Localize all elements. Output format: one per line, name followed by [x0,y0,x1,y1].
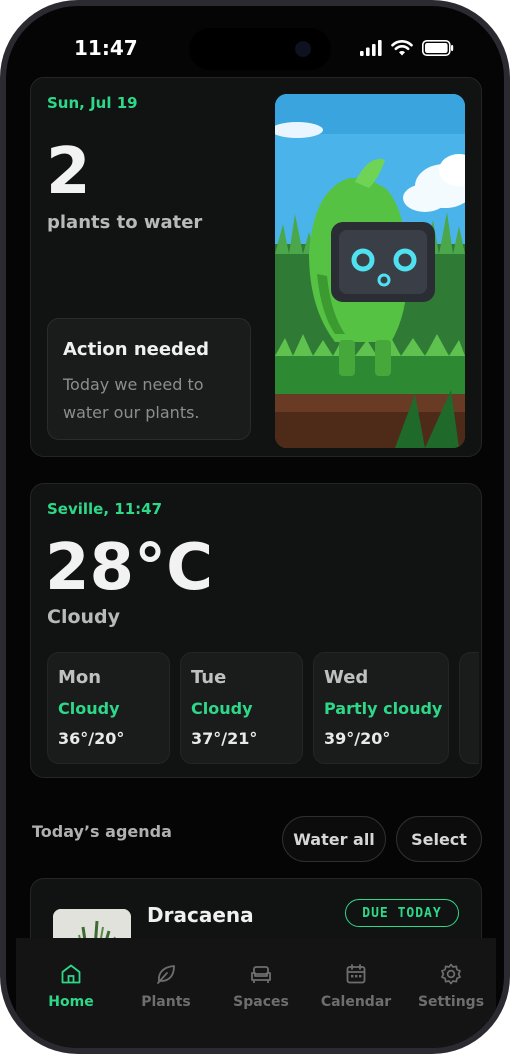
tab-label: Calendar [320,994,392,1010]
tab-settings[interactable]: Settings [403,938,499,1048]
plant-name: Dracaena [147,903,254,927]
action-title: Action needed [63,339,210,360]
forecast-next-day-peek [459,652,479,764]
forecast-condition: Cloudy [191,699,253,718]
tab-calendar[interactable]: Calendar [308,938,404,1048]
agenda-title: Today’s agenda [32,822,172,841]
weather-card: Seville, 11:47 28°C Cloudy Mon Cloudy 36… [30,483,482,778]
forecast-day-name: Mon [58,667,102,688]
cellular-signal-icon [360,40,382,56]
action-needed-box: Action needed Today we need to water our… [47,318,251,440]
forecast-condition: Cloudy [58,699,120,718]
sofa-icon [251,966,271,983]
forecast-day-name: Wed [324,667,369,688]
select-button[interactable]: Select [396,816,482,862]
home-icon [61,964,81,984]
phone-frame: 11:47 Sun, Jul 19 2 plants to water Acti… [0,0,510,1054]
weather-location-time: Seville, 11:47 [47,500,163,518]
watering-summary-card: Sun, Jul 19 2 plants to water Action nee… [30,77,482,457]
battery-icon [422,40,454,56]
tab-spaces[interactable]: Spaces [213,938,309,1048]
forecast-temp-range: 39°/20° [324,729,391,748]
gear-icon [441,963,461,985]
summary-date: Sun, Jul 19 [47,94,138,112]
tab-label: Home [48,994,94,1010]
tab-label: Settings [417,994,485,1010]
calendar-icon [346,964,366,984]
forecast-temp-range: 37°/21° [191,729,258,748]
tab-label: Spaces [233,994,289,1010]
dynamic-island [189,28,331,70]
status-icons [360,40,454,56]
app-screen: 11:47 Sun, Jul 19 2 plants to water Acti… [6,6,504,1048]
camera-dot [295,41,311,57]
tab-plants[interactable]: Plants [118,938,214,1048]
wifi-icon [391,40,413,56]
action-description: Today we need to water our plants. [63,375,204,422]
forecast-temp-range: 36°/20° [58,729,125,748]
mascot-art [275,94,465,448]
plants-to-water-label: plants to water [47,212,203,233]
bottom-tab-bar: Home Plants Spaces Calendar Settings [16,938,496,1048]
due-today-badge: DUE TODAY [345,899,459,927]
tab-home[interactable]: Home [23,938,119,1048]
plants-to-water-count: 2 [46,135,91,209]
forecast-day-tue: Tue Cloudy 37°/21° [180,652,303,764]
forecast-day-mon: Mon Cloudy 36°/20° [47,652,170,764]
forecast-day-wed: Wed Partly cloudy 39°/20° [313,652,449,764]
tab-label: Plants [141,994,191,1010]
water-all-button[interactable]: Water all [282,816,386,862]
current-temperature: 28°C [45,531,214,605]
status-time: 11:47 [74,36,138,60]
plant-mascot-illustration [275,94,465,448]
current-condition: Cloudy [47,606,121,628]
leaf-icon [157,965,175,984]
forecast-day-name: Tue [191,667,227,688]
forecast-condition: Partly cloudy [324,699,443,718]
